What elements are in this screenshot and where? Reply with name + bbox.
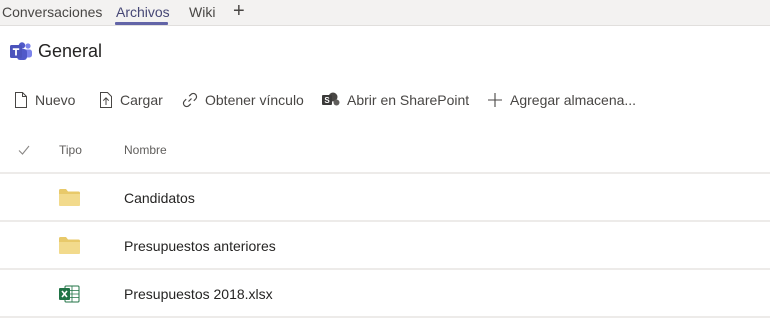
- sharepoint-icon: S: [322, 92, 340, 106]
- link-icon: [182, 92, 198, 108]
- add-tab-button[interactable]: +: [233, 0, 245, 22]
- file-name-link[interactable]: Presupuestos 2018.xlsx: [124, 286, 273, 302]
- column-header-name[interactable]: Nombre: [124, 143, 167, 157]
- folder-icon: [59, 189, 80, 206]
- tab-archivos[interactable]: Archivos: [116, 4, 170, 20]
- new-document-icon: [15, 92, 27, 108]
- add-storage-label: Agregar almacena...: [510, 92, 637, 108]
- tab-conversaciones[interactable]: Conversaciones: [2, 4, 102, 20]
- teams-icon: [10, 42, 32, 60]
- file-name-link[interactable]: Presupuestos anteriores: [124, 238, 276, 254]
- row-divider: [0, 220, 770, 222]
- open-sharepoint-button[interactable]: S Abrir en SharePoint: [322, 90, 469, 110]
- get-link-button-label: Obtener vínculo: [205, 92, 304, 108]
- column-header-type[interactable]: Tipo: [59, 143, 82, 157]
- select-all-checkmark-icon[interactable]: [17, 143, 31, 157]
- upload-icon: [100, 92, 112, 108]
- get-link-button[interactable]: Obtener vínculo: [182, 90, 304, 110]
- row-divider: [0, 172, 770, 174]
- active-tab-indicator: [115, 22, 168, 25]
- upload-button-label: Cargar: [120, 92, 163, 108]
- channel-title: General: [38, 41, 103, 61]
- svg-text:S: S: [324, 96, 330, 105]
- folder-icon: [59, 237, 80, 254]
- excel-file-icon: [59, 285, 80, 303]
- file-name-link[interactable]: Candidatos: [124, 190, 195, 206]
- add-storage-button[interactable]: Agregar almacena...: [487, 90, 636, 110]
- new-button-label: Nuevo: [35, 92, 76, 108]
- tab-wiki[interactable]: Wiki: [189, 4, 215, 20]
- row-divider: [0, 268, 770, 270]
- new-button[interactable]: Nuevo: [14, 90, 75, 110]
- tab-bar: Conversaciones Archivos Wiki +: [0, 0, 770, 26]
- row-divider: [0, 316, 770, 318]
- plus-icon: [488, 93, 502, 107]
- open-sharepoint-label: Abrir en SharePoint: [347, 92, 470, 108]
- upload-button[interactable]: Cargar: [99, 90, 163, 110]
